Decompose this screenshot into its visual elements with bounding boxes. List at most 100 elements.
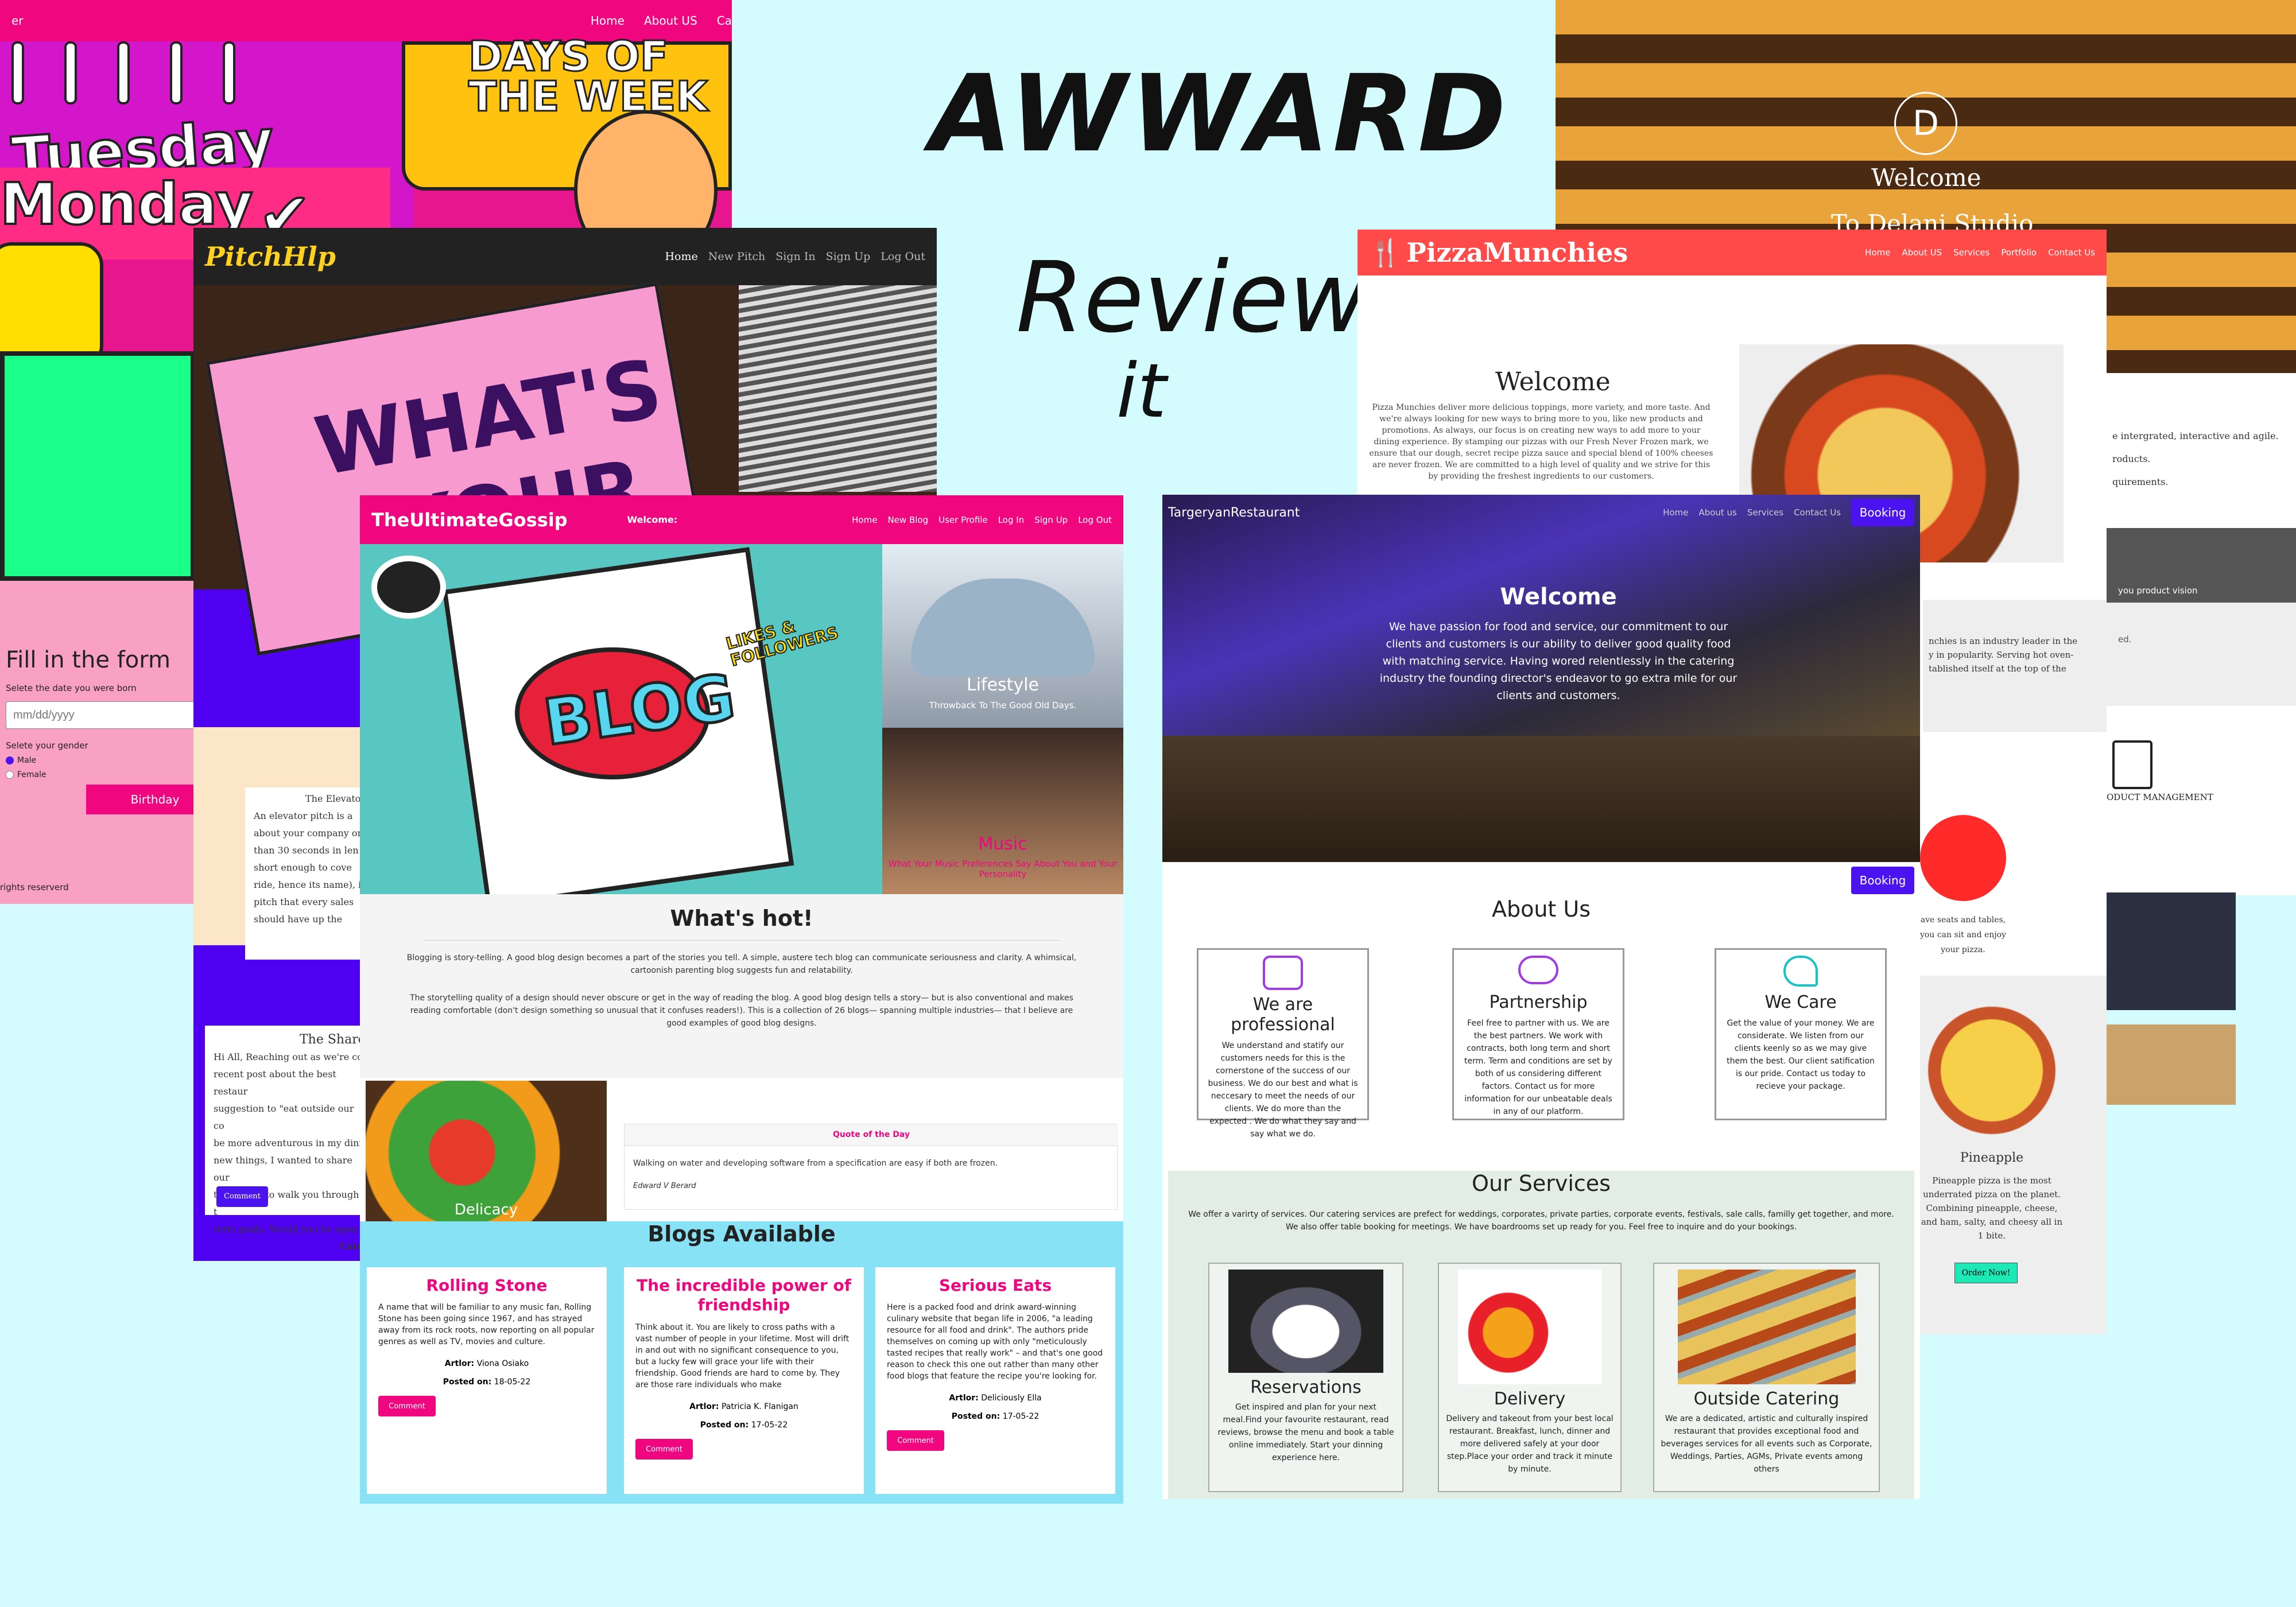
service-card-delivery[interactable]: Delivery Delivery and takeout from your … bbox=[1438, 1263, 1622, 1492]
blog-comment-button[interactable]: Comment bbox=[378, 1396, 436, 1416]
blog-card-serious-eats[interactable]: Serious Eats Here is a packed food and d… bbox=[875, 1267, 1115, 1494]
pizza-nav-contact[interactable]: Contact Us bbox=[2048, 247, 2095, 258]
service-card-catering[interactable]: Outside Catering We are a dedicated, art… bbox=[1653, 1263, 1880, 1492]
blog-posted-label: Posted on: bbox=[951, 1412, 1000, 1421]
about-card-title-partnership: Partnership bbox=[1489, 992, 1588, 1012]
booking-button-nav[interactable]: Booking bbox=[1851, 499, 1914, 526]
pizza-seats-line-1: ave seats and tables, bbox=[1920, 915, 2006, 925]
blog-author-serious-eats: Deliciously Ella bbox=[981, 1393, 1042, 1403]
quote-title: Quote of the Day bbox=[833, 1130, 910, 1139]
pineapple-line-5: 1 bite. bbox=[1977, 1231, 2006, 1241]
hero-subtitle-2: it bbox=[1116, 347, 1167, 434]
pizza-nav-services[interactable]: Services bbox=[1953, 247, 1989, 258]
targeryan-nav-home[interactable]: Home bbox=[1663, 507, 1688, 518]
service-card-reservations[interactable]: Reservations Get inspired and plan for y… bbox=[1208, 1263, 1403, 1492]
service-body-catering: We are a dedicated, artistic and cultura… bbox=[1661, 1414, 1872, 1474]
records-stack bbox=[739, 285, 937, 492]
gossip-nav-home[interactable]: Home bbox=[852, 515, 877, 525]
gossip-nav-new-blog[interactable]: New Blog bbox=[887, 515, 928, 525]
pizza-nav-home[interactable]: Home bbox=[1865, 247, 1890, 258]
pitch-nav-sign-in[interactable]: Sign In bbox=[775, 250, 815, 263]
pitch-nav-sign-up[interactable]: Sign Up bbox=[826, 250, 871, 263]
blog-posted-rolling-stone: 18-05-22 bbox=[494, 1377, 531, 1387]
blog-hero-image: BLOG LIKES & FOLLOWERS bbox=[360, 544, 882, 909]
hero-title: AWWARD bbox=[930, 52, 1510, 176]
pizza-nav-portfolio[interactable]: Portfolio bbox=[2001, 247, 2037, 258]
order-now-button[interactable]: Order Now! bbox=[1954, 1263, 2018, 1283]
gossip-nav-sign-up[interactable]: Sign Up bbox=[1034, 515, 1068, 525]
whats-hot-rule bbox=[423, 940, 1060, 941]
pizza-welcome-heading: Welcome bbox=[1495, 367, 1611, 397]
blog-comment-button[interactable]: Comment bbox=[635, 1439, 693, 1460]
pizza-logo[interactable]: PizzaMunchies bbox=[1406, 237, 1628, 268]
targeryan-nav-services[interactable]: Services bbox=[1747, 507, 1783, 518]
about-card-care: We Care Get the value of your money. We … bbox=[1715, 948, 1887, 1120]
targeryan-nav-about[interactable]: About us bbox=[1698, 507, 1736, 518]
gender-female-option[interactable]: Female bbox=[6, 770, 46, 779]
blog-title-rolling-stone[interactable]: Rolling Stone bbox=[378, 1276, 595, 1295]
pitch-nav-new-pitch[interactable]: New Pitch bbox=[708, 250, 766, 263]
whats-hot-section: What's hot! Blogging is story-telling. A… bbox=[360, 894, 1123, 1078]
about-card-body-care: Get the value of your money. We are cons… bbox=[1727, 1019, 1875, 1091]
pitch-navbar: PitchHlp Home New Pitch Sign In Sign Up … bbox=[193, 228, 937, 285]
gossip-logo[interactable]: TheUltimateGossip bbox=[371, 509, 568, 531]
delani-logo-letter: D bbox=[1912, 103, 1940, 143]
radio-checked-icon[interactable] bbox=[6, 756, 14, 764]
date-input[interactable] bbox=[6, 701, 201, 729]
gender-female-label: Female bbox=[17, 770, 46, 779]
blog-author-friendship: Patricia K. Flanigan bbox=[721, 1402, 798, 1411]
blog-comment-button[interactable]: Comment bbox=[887, 1430, 944, 1451]
pineapple-line-3: Combining pineapple, cheese, bbox=[1926, 1203, 2058, 1213]
pitch-comment-button[interactable]: Comment bbox=[216, 1186, 268, 1207]
gossip-nav-log-in[interactable]: Log In bbox=[998, 515, 1025, 525]
service-title-catering: Outside Catering bbox=[1693, 1389, 1840, 1409]
delani-welcome: Welcome bbox=[1871, 164, 1981, 192]
service-title-delivery: Delivery bbox=[1494, 1389, 1566, 1409]
about-title: About Us bbox=[1491, 896, 1591, 922]
form-title: Fill in the form bbox=[6, 647, 170, 673]
pizza-industry-section: nchies is an industry leader in the y in… bbox=[1923, 600, 2107, 732]
hero-subtitle: Review bbox=[1016, 241, 1369, 355]
gossip-nav-user-profile[interactable]: User Profile bbox=[938, 515, 988, 525]
blogs-section: Blogs Available Rolling Stone A name tha… bbox=[360, 1221, 1123, 1504]
days-brand[interactable]: er bbox=[11, 14, 24, 28]
blog-title-friendship[interactable]: The incredible power of friendship bbox=[635, 1276, 852, 1315]
gender-male-option[interactable]: Male bbox=[6, 756, 36, 765]
week-banner-bottom: THE WEEK bbox=[467, 72, 708, 122]
blog-author-label: Artlor: bbox=[444, 1359, 475, 1368]
music-card[interactable]: Music What Your Music Preferences Say Ab… bbox=[882, 728, 1123, 894]
delicacy-card[interactable]: Delicacy bbox=[366, 1081, 607, 1224]
emoji-sticker bbox=[0, 242, 103, 368]
pizza-nav-about[interactable]: About US bbox=[1902, 247, 1942, 258]
pitch-nav-home[interactable]: Home bbox=[665, 250, 697, 263]
clipboard-icon bbox=[2112, 740, 2152, 789]
whats-hot-title: What's hot! bbox=[670, 906, 813, 931]
coffee-cup-icon bbox=[371, 556, 446, 619]
pitch-logo[interactable]: PitchHlp bbox=[205, 241, 336, 272]
lifestyle-card[interactable]: Lifestyle Throwback To The Good Old Days… bbox=[882, 544, 1123, 728]
pineapple-body: Pineapple pizza is the most underrated p… bbox=[1909, 1174, 2075, 1243]
radio-unchecked-icon[interactable] bbox=[6, 771, 14, 779]
blog-card-rolling-stone[interactable]: Rolling Stone A name that will be famili… bbox=[367, 1267, 607, 1494]
share-line-2: recent post about the best restaur bbox=[214, 1069, 336, 1097]
lifestyle-title: Lifestyle bbox=[966, 675, 1039, 695]
pineapple-pizza-card: Pineapple Pineapple pizza is the most un… bbox=[1909, 976, 2107, 1334]
pineapple-pizza-image bbox=[1909, 976, 2075, 1148]
targeryan-nav-contact[interactable]: Contact Us bbox=[1794, 507, 1841, 518]
blog-author-label: Artlor: bbox=[949, 1393, 979, 1403]
targeryan-logo[interactable]: TargeryanRestaurant bbox=[1168, 506, 1300, 520]
pizza-seats-line-3: your pizza. bbox=[1941, 945, 1985, 954]
pitch-nav-log-out[interactable]: Log Out bbox=[881, 250, 925, 263]
blog-title-serious-eats[interactable]: Serious Eats bbox=[887, 1276, 1104, 1295]
gossip-nav-log-out[interactable]: Log Out bbox=[1078, 515, 1112, 525]
blog-posted-serious-eats: 17-05-22 bbox=[1002, 1412, 1040, 1421]
days-nav-ca[interactable]: Ca bbox=[717, 14, 732, 28]
days-nav-about[interactable]: About US bbox=[644, 14, 697, 28]
blog-card-friendship[interactable]: The incredible power of friendship Think… bbox=[624, 1267, 864, 1494]
gender-label: Selete your gender bbox=[6, 740, 88, 751]
days-nav-home[interactable]: Home bbox=[591, 14, 625, 28]
booking-button-floating[interactable]: Booking bbox=[1851, 867, 1914, 894]
about-card-partnership: Partnership Feel free to partner with us… bbox=[1452, 948, 1624, 1120]
pizza-welcome-body: Pizza Munchies deliver more delicious to… bbox=[1369, 403, 1713, 481]
reservations-image bbox=[1228, 1270, 1383, 1373]
